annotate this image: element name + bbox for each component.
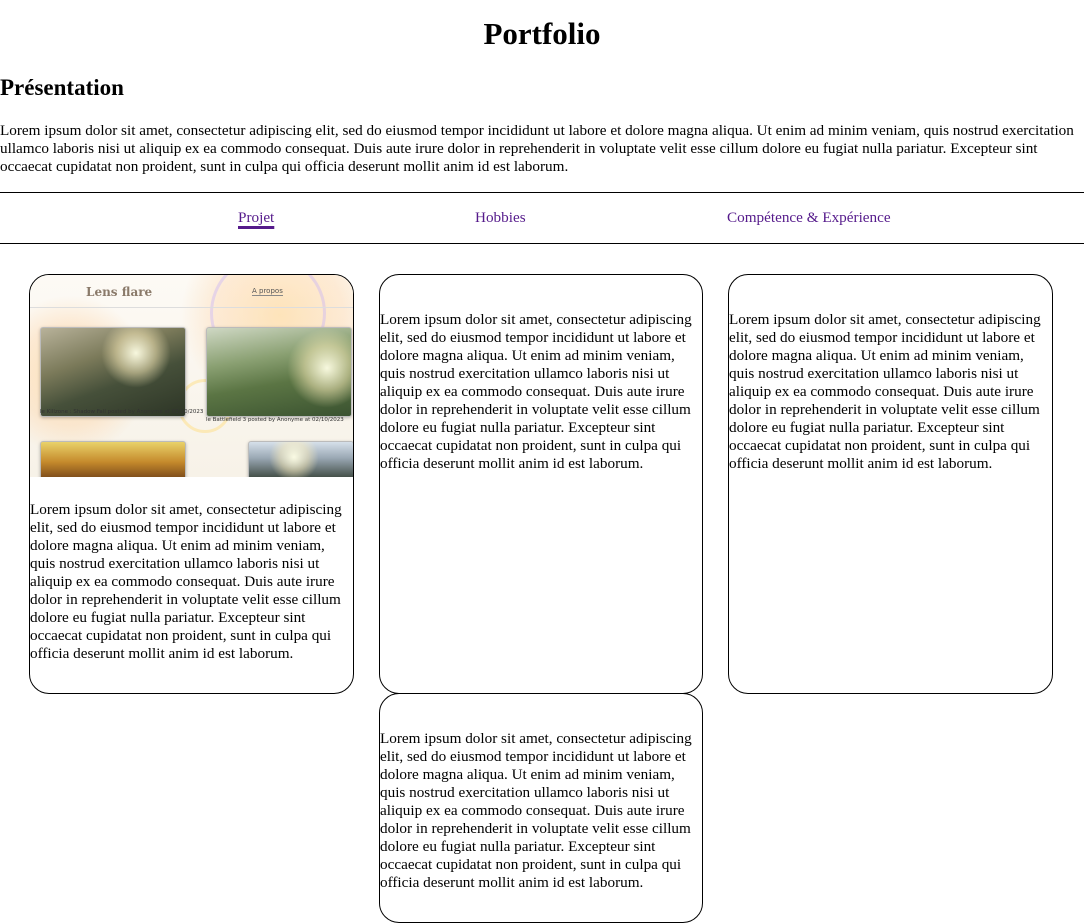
card-text: Lorem ipsum dolor sit amet, consectetur … — [380, 730, 692, 891]
card-text: Lorem ipsum dolor sit amet, consectetur … — [729, 311, 1041, 472]
main-nav: Projet Hobbies Compétence & Expérience — [0, 192, 1084, 244]
thumbnail-game-screenshot — [40, 441, 186, 477]
project-card[interactable]: Lorem ipsum dolor sit amet, consectetur … — [379, 693, 703, 923]
nav-link-competence-experience[interactable]: Compétence & Expérience — [727, 209, 891, 227]
nav-link-hobbies[interactable]: Hobbies — [475, 209, 526, 227]
project-card[interactable]: Lorem ipsum dolor sit amet, consectetur … — [728, 274, 1053, 694]
project-thumbnail[interactable]: Lens flare A propos le Killzone : Shadow… — [30, 275, 353, 477]
card-text: Lorem ipsum dolor sit amet, consectetur … — [380, 311, 692, 472]
thumbnail-caption: le Battlefield 3 posted by Anonyme at 02… — [206, 417, 344, 423]
thumbnail-site-title: Lens flare — [86, 285, 153, 299]
card-text: Lorem ipsum dolor sit amet, consectetur … — [30, 501, 342, 662]
page-title: Portfolio — [483, 16, 601, 51]
thumbnail-site-nav: A propos — [252, 287, 283, 296]
screenshot-sun — [101, 328, 171, 388]
intro-paragraph: Lorem ipsum dolor sit amet, consectetur … — [0, 122, 1074, 175]
project-card[interactable]: Lorem ipsum dolor sit amet, consectetur … — [379, 274, 703, 694]
section-title: Présentation — [0, 75, 124, 100]
thumbnail-game-screenshot — [248, 441, 353, 477]
thumbnail-game-screenshot — [206, 327, 352, 417]
screenshot-sun — [269, 442, 319, 477]
nav-link-projet[interactable]: Projet — [238, 209, 274, 227]
screenshot-sun — [287, 328, 351, 408]
thumbnail-divider — [30, 307, 353, 308]
thumbnail-game-screenshot — [40, 327, 186, 417]
project-card[interactable]: Lens flare A propos le Killzone : Shadow… — [29, 274, 354, 694]
thumbnail-caption: le Killzone : Shadow Fall posted by Anon… — [40, 409, 204, 415]
